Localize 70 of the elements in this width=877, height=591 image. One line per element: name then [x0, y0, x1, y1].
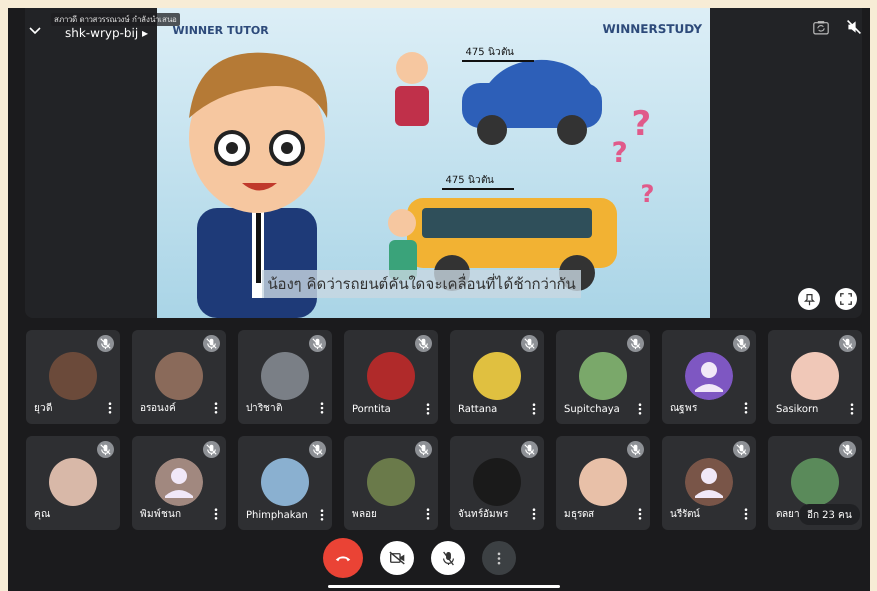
more-options-icon[interactable]	[320, 509, 324, 521]
phone-hang-up-icon	[335, 554, 351, 562]
participant-tile[interactable]: คุณ	[26, 436, 120, 530]
pin-icon	[802, 292, 816, 306]
more-options-icon[interactable]	[214, 508, 218, 520]
participant-tile[interactable]: พลอย	[344, 436, 438, 530]
mic-off-icon	[442, 550, 454, 566]
more-options-icon[interactable]	[850, 403, 854, 415]
more-options-icon[interactable]	[638, 403, 642, 415]
more-participants-chip[interactable]: อีก 23 คน	[798, 504, 860, 525]
participant-name: ปาริชาติ	[246, 402, 282, 415]
more-options-icon[interactable]	[532, 403, 536, 415]
microphone-toggle-button[interactable]	[431, 541, 465, 575]
fullscreen-icon	[840, 293, 852, 305]
more-options-icon[interactable]	[426, 403, 430, 415]
more-options-icon[interactable]	[320, 402, 324, 414]
camera-off-icon	[388, 551, 406, 565]
more-options-icon[interactable]	[744, 402, 748, 414]
participant-name: คุณ	[34, 508, 50, 521]
force-label: 475 นิวตัน	[462, 44, 534, 62]
logo-text: WINNERSTUDY	[602, 22, 702, 36]
more-options-icon[interactable]	[744, 508, 748, 520]
participant-tile[interactable]: ดลยา อีก 23 คน	[768, 436, 862, 530]
more-options-icon[interactable]	[638, 508, 642, 520]
switch-camera-icon[interactable]	[813, 20, 829, 35]
end-call-button[interactable]	[323, 538, 363, 578]
logo-text: WINNER TUTOR	[172, 24, 269, 37]
participant-tile[interactable]: ยุวดี	[26, 330, 120, 424]
camera-toggle-button[interactable]	[380, 541, 414, 575]
more-options-icon	[497, 552, 501, 564]
participant-name: Sasikorn	[776, 404, 818, 414]
participant-name: พิมพ์ชนก	[140, 507, 181, 521]
participant-name: ดลยา	[776, 508, 800, 521]
participant-name: ณฐพร	[670, 402, 697, 415]
participant-tile[interactable]: ณฐพร	[662, 330, 756, 424]
participant-tile[interactable]: นรีรัตน์	[662, 436, 756, 530]
collapse-chevron-icon[interactable]	[29, 26, 41, 34]
participant-name: นรีรัตน์	[670, 507, 700, 521]
participant-name: Phimphakan	[246, 510, 308, 520]
participant-tile[interactable]: Phimphakan	[238, 436, 332, 530]
presenter-status: สภาวดี ดาวสวรรณวงษ์ กำลังนำเสนอ	[51, 13, 180, 26]
participant-name: ยุวดี	[34, 402, 52, 415]
fullscreen-button[interactable]	[835, 288, 857, 310]
more-options-icon[interactable]	[214, 402, 218, 414]
force-label: 475 นิวตัน	[442, 172, 514, 190]
more-options-icon[interactable]	[108, 402, 112, 414]
question-mark: ?	[632, 104, 652, 144]
participant-tile[interactable]: Porntita	[344, 330, 438, 424]
participant-name: Rattana	[458, 404, 498, 414]
participant-tile[interactable]: Rattana	[450, 330, 544, 424]
participant-tile[interactable]: ปาริชาติ	[238, 330, 332, 424]
participant-name: อรอนงค์	[140, 401, 176, 415]
participant-tile[interactable]: มธุรดส	[556, 436, 650, 530]
speaker-off-icon[interactable]	[846, 19, 862, 35]
participant-tile[interactable]: Sasikorn	[768, 330, 862, 424]
participant-name: Supitchaya	[564, 404, 620, 414]
participant-name: จันทร์อัมพร	[458, 507, 508, 521]
participant-name: มธุรดส	[564, 508, 594, 521]
more-options-icon[interactable]	[426, 508, 430, 520]
participant-tile[interactable]: จันทร์อัมพร	[450, 436, 544, 530]
question-mark: ?	[612, 136, 628, 169]
participant-tile[interactable]: พิมพ์ชนก	[132, 436, 226, 530]
participant-tile[interactable]: อรอนงค์	[132, 330, 226, 424]
participant-tile[interactable]: Supitchaya	[556, 330, 650, 424]
more-options-icon[interactable]	[532, 508, 536, 520]
question-mark: ?	[640, 180, 654, 208]
pin-button[interactable]	[798, 288, 820, 310]
participant-name: Porntita	[352, 404, 391, 414]
participant-name: พลอย	[352, 508, 377, 521]
slide-caption: น้องๆ คิดว่ารถยนต์คันใดจะเคลื่อนที่ได้ช้ากว่ากัน	[262, 270, 582, 298]
